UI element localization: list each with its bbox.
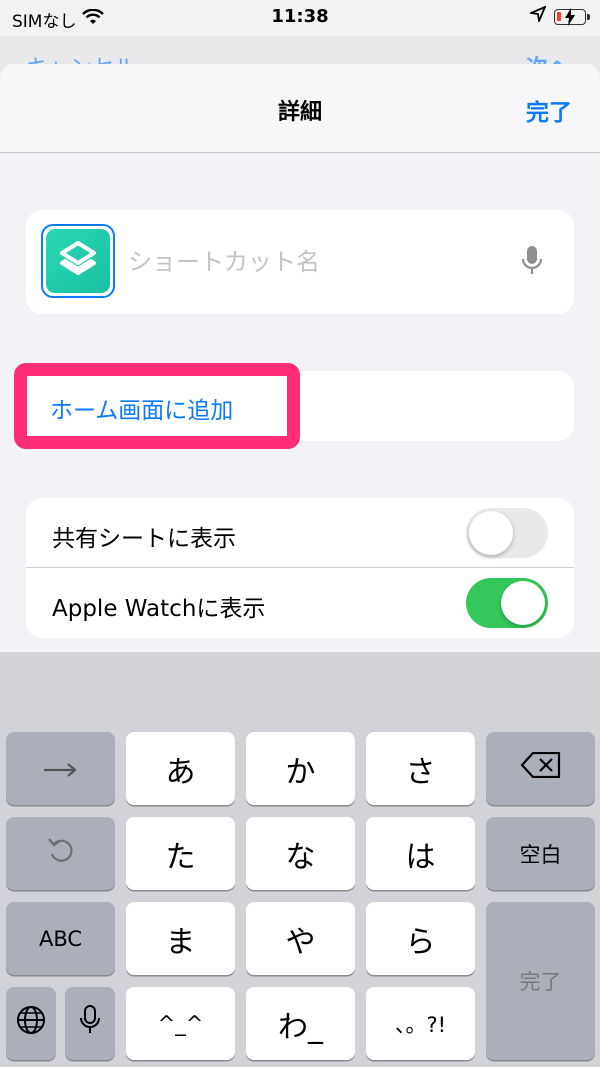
share-sheet-toggle[interactable] [466, 508, 548, 558]
location-icon [527, 5, 547, 27]
key-ra[interactable]: ら [366, 902, 475, 975]
suggestion-bar [0, 652, 600, 724]
key-na[interactable]: な [246, 817, 355, 890]
key-a[interactable]: あ [126, 732, 235, 805]
share-sheet-label: 共有シートに表示 [52, 526, 236, 552]
nav-bar: 詳細 完了 [0, 64, 600, 153]
key-ma[interactable]: ま [126, 902, 235, 975]
apple-watch-label: Apple Watchに表示 [52, 596, 266, 622]
details-sheet: 詳細 完了 ホーム画面に追加 共有シートに表示 Apple Watchに表示 [0, 64, 600, 724]
key-delete[interactable] [486, 732, 595, 805]
apple-watch-row: Apple Watchに表示 [26, 568, 574, 638]
key-punctuation[interactable]: 、。?! [366, 987, 475, 1060]
key-done[interactable]: 完了 [486, 902, 595, 1060]
key-ha[interactable]: は [366, 817, 475, 890]
clock: 11:38 [271, 6, 329, 27]
key-arrow-right[interactable] [6, 732, 115, 805]
globe-icon [16, 1005, 46, 1043]
key-sa[interactable]: さ [366, 732, 475, 805]
shortcut-name-card [26, 210, 574, 314]
keyboard: あ か さ た な は 空白 ABC ま や ら 完了 ^_^ わ_ 、。?! [0, 652, 600, 1067]
key-dictation[interactable] [65, 987, 115, 1060]
key-wa[interactable]: わ_ [246, 987, 355, 1060]
key-space[interactable]: 空白 [486, 817, 595, 890]
done-button[interactable]: 完了 [526, 93, 572, 127]
shortcut-icon-button[interactable] [41, 224, 115, 298]
key-kaomoji[interactable]: ^_^ [126, 987, 235, 1060]
status-bar: SIMなし 11:38 [0, 0, 600, 36]
battery-icon [554, 7, 590, 26]
shortcuts-icon [46, 229, 110, 293]
key-globe[interactable] [6, 987, 56, 1060]
key-ta[interactable]: た [126, 817, 235, 890]
microphone-icon[interactable] [520, 244, 544, 282]
add-to-home-button[interactable]: ホーム画面に追加 [50, 391, 233, 425]
microphone-icon [79, 1004, 101, 1044]
apple-watch-toggle[interactable] [466, 578, 548, 628]
key-undo[interactable] [6, 817, 115, 890]
page-title: 詳細 [277, 100, 322, 125]
key-ya[interactable]: や [246, 902, 355, 975]
key-ka[interactable]: か [246, 732, 355, 805]
undo-icon [46, 835, 76, 873]
status-right [527, 5, 590, 27]
shortcut-name-input[interactable] [128, 244, 508, 280]
arrow-right-icon [43, 751, 78, 786]
share-sheet-row: 共有シートに表示 [26, 498, 574, 568]
delete-icon [520, 751, 561, 786]
toggle-card: 共有シートに表示 Apple Watchに表示 [26, 498, 574, 638]
key-abc[interactable]: ABC [6, 902, 115, 975]
